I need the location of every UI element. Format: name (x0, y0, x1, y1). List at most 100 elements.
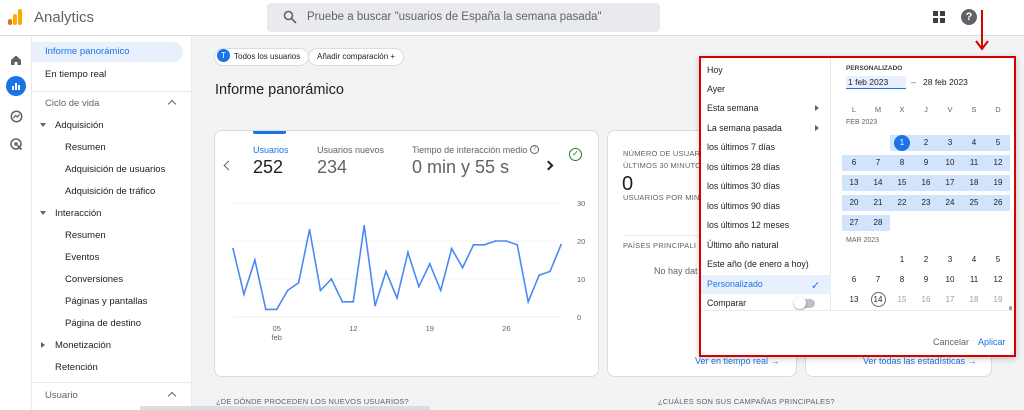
weekday-label: S (971, 105, 977, 114)
calendar-day[interactable]: 20 (842, 195, 866, 211)
calendar-day[interactable]: 2 (914, 135, 938, 151)
app-title[interactable]: Analytics (34, 9, 94, 26)
preset-custom[interactable]: Personalizado ✓ (701, 275, 831, 294)
view-realtime-link[interactable]: Ver en tiempo real → (695, 356, 780, 366)
calendar-day[interactable]: 18 (962, 175, 986, 191)
nav-acq-summary[interactable]: Resumen (32, 138, 106, 158)
calendar-day[interactable]: 17 (938, 292, 962, 308)
advertising-icon[interactable] (6, 134, 26, 154)
calendar-day[interactable]: 2 (914, 252, 938, 268)
calendar-day[interactable]: 24 (938, 195, 962, 211)
nav-eng-summary[interactable]: Resumen (32, 226, 106, 246)
apply-button[interactable]: Aplicar (978, 337, 1006, 347)
calendar-day[interactable]: 14 (866, 292, 890, 308)
calendar-day[interactable]: 16 (914, 292, 938, 308)
calendar-day[interactable]: 21 (866, 195, 890, 211)
calendar-day[interactable]: 10 (938, 155, 962, 171)
end-date-input[interactable]: 28 feb 2023 (923, 77, 968, 87)
nav-eng-events[interactable]: Eventos (32, 248, 99, 268)
nav-eng-landing[interactable]: Página de destino (32, 314, 141, 334)
calendar-day[interactable]: 26 (986, 195, 1010, 211)
nav-overview[interactable]: Informe panorámico (32, 42, 183, 62)
calendar-day[interactable]: 11 (962, 272, 986, 288)
calendar-day[interactable]: 27 (842, 215, 866, 231)
calendar-day[interactable]: 13 (842, 175, 866, 191)
caret-down-icon (40, 123, 46, 127)
calendar-day[interactable]: 19 (986, 292, 1010, 308)
cancel-button[interactable]: Cancelar (933, 337, 969, 347)
nav-eng-conversions[interactable]: Conversiones (32, 270, 123, 290)
calendar-day[interactable]: 5 (986, 252, 1010, 268)
search-bar[interactable]: Pruebe a buscar "usuarios de España la s… (267, 3, 660, 32)
nav-acquisition[interactable]: Adquisición (32, 116, 192, 136)
preset-this-week[interactable]: Esta semana (701, 99, 831, 118)
add-comparison-button[interactable]: Añadir comparación + (308, 48, 405, 66)
apps-grid-icon[interactable] (933, 11, 945, 23)
calendar-day[interactable]: 8 (890, 155, 914, 171)
calendar-day[interactable]: 9 (914, 155, 938, 171)
preset-last-week[interactable]: La semana pasada (701, 119, 831, 138)
comparison-chip-all-users[interactable]: T Todos los usuarios (214, 48, 310, 66)
calendar-day[interactable]: 15 (890, 175, 914, 191)
calendar-day[interactable]: 3 (938, 135, 962, 151)
home-icon[interactable] (6, 50, 26, 70)
calendar-day[interactable]: 22 (890, 195, 914, 211)
month-label-mar: MAR 2023 (846, 237, 880, 244)
calendar-day[interactable]: 7 (866, 155, 890, 171)
preset-last-30-days[interactable]: los últimos 30 días (701, 177, 831, 196)
calendar-day[interactable]: 13 (842, 292, 866, 308)
nav-engagement[interactable]: Interacción (32, 204, 192, 224)
start-date-input[interactable]: 1 feb 2023 (846, 76, 906, 89)
calendar-day[interactable]: 4 (962, 252, 986, 268)
nav-acq-traffic[interactable]: Adquisición de tráfico (32, 182, 155, 202)
calendar-day[interactable]: 18 (962, 292, 986, 308)
calendar-day[interactable]: 10 (938, 272, 962, 288)
nav-lifecycle[interactable]: Ciclo de vida (32, 94, 192, 114)
preset-yesterday[interactable]: Ayer (701, 80, 831, 99)
horizontal-scrollbar[interactable] (140, 406, 430, 410)
preset-last-28-days[interactable]: los últimos 28 días (701, 158, 831, 177)
calendar-day[interactable]: 28 (866, 215, 890, 231)
calendar-day[interactable]: 15 (890, 292, 914, 308)
nav-user[interactable]: Usuario (32, 386, 192, 406)
calendar-day[interactable]: 23 (914, 195, 938, 211)
nav-acq-users[interactable]: Adquisición de usuarios (32, 160, 165, 180)
explore-icon[interactable] (6, 106, 26, 126)
preset-today[interactable]: Hoy (701, 61, 831, 80)
calendar-day[interactable]: 16 (914, 175, 938, 191)
calendar-day[interactable]: 25 (962, 195, 986, 211)
calendar-day[interactable]: 12 (986, 155, 1010, 171)
calendar-day[interactable]: 1 (890, 135, 914, 151)
nav-retention[interactable]: Retención (32, 358, 98, 378)
preset-year-to-date[interactable]: Este año (de enero a hoy) (701, 255, 831, 274)
realtime-subtitle: ÚLTIMOS 30 MINUTO (623, 161, 702, 170)
nav-realtime[interactable]: En tiempo real (32, 65, 106, 85)
preset-last-12-months[interactable]: los últimos 12 meses (701, 216, 831, 235)
calendar-day[interactable]: 12 (986, 272, 1010, 288)
analytics-logo-icon[interactable] (8, 9, 22, 25)
data-point (275, 308, 278, 311)
nav-monetization[interactable]: Monetización (32, 336, 192, 356)
preset-last-7-days[interactable]: los últimos 7 días (701, 138, 831, 157)
calendar-day[interactable]: 4 (962, 135, 986, 151)
calendar-day[interactable]: 7 (866, 272, 890, 288)
reports-icon[interactable] (6, 76, 26, 96)
date-range-picker: Hoy Ayer Esta semana La semana pasada lo… (699, 56, 1016, 357)
preset-last-calendar-year[interactable]: Último año natural (701, 236, 831, 255)
calendar-day[interactable]: 6 (842, 272, 866, 288)
calendar-day[interactable]: 5 (986, 135, 1010, 151)
calendar-day[interactable]: 1 (890, 252, 914, 268)
compare-toggle[interactable] (794, 297, 815, 309)
calendar-day[interactable]: 19 (986, 175, 1010, 191)
calendar-day[interactable]: 14 (866, 175, 890, 191)
calendar-day[interactable]: 9 (914, 272, 938, 288)
metrics-card: Usuarios 252 Usuarios nuevos 234 Tiempo … (214, 130, 599, 377)
calendar-day[interactable]: 6 (842, 155, 866, 171)
preset-last-90-days[interactable]: los últimos 90 días (701, 197, 831, 216)
nav-eng-pages[interactable]: Páginas y pantallas (32, 292, 147, 312)
calendar-day[interactable]: 17 (938, 175, 962, 191)
view-all-stats-link[interactable]: Ver todas las estadísticas → (863, 356, 977, 366)
calendar-day[interactable]: 3 (938, 252, 962, 268)
calendar-day[interactable]: 11 (962, 155, 986, 171)
calendar-day[interactable]: 8 (890, 272, 914, 288)
